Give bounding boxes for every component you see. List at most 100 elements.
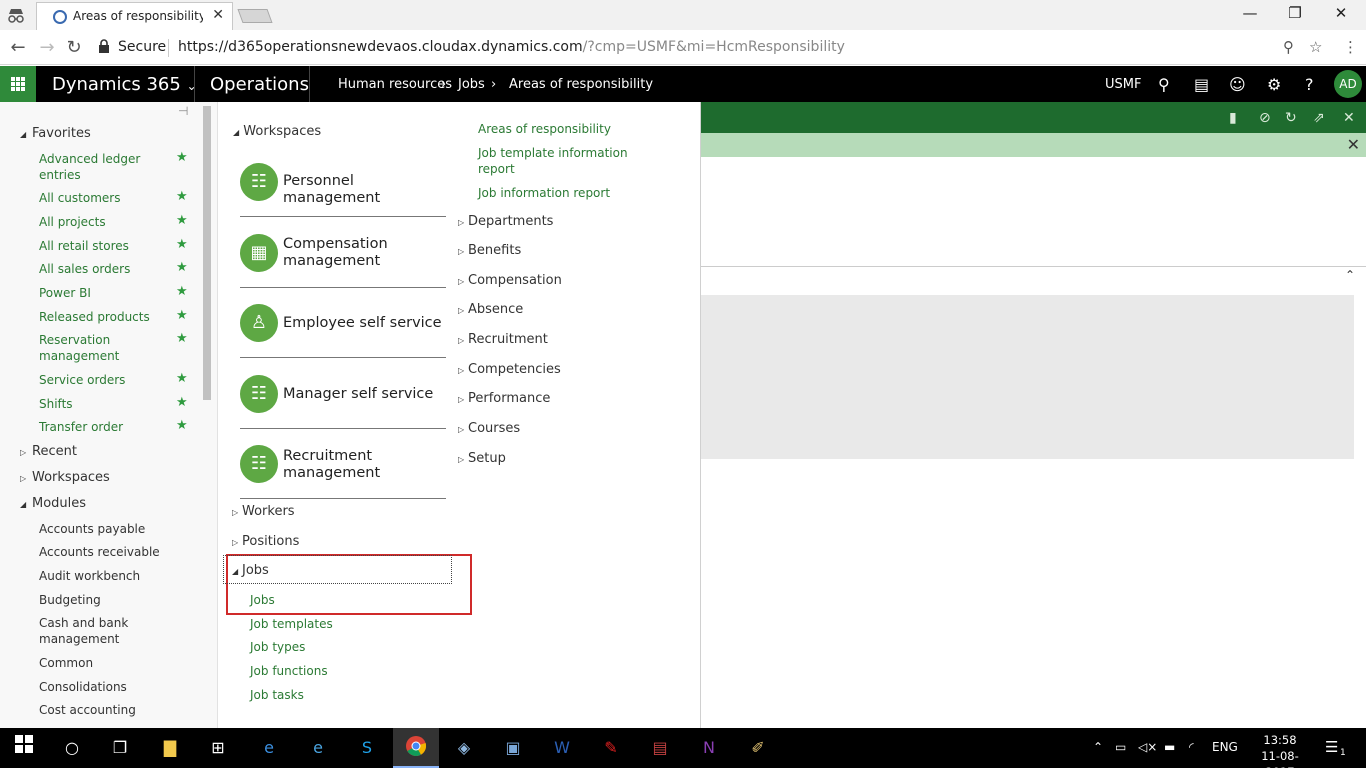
- group-compensation[interactable]: ▷ Compensation: [458, 273, 562, 288]
- favorite-star-icon[interactable]: ★: [176, 371, 188, 386]
- network-icon[interactable]: ▭: [1115, 740, 1126, 754]
- group-recruitment[interactable]: ▷ Recruitment: [458, 332, 548, 347]
- group-jobs[interactable]: ◢ Jobs: [232, 563, 269, 578]
- bookmark-star-icon[interactable]: ☆: [1309, 38, 1322, 56]
- workspace-tile[interactable]: ♙ Employee self service: [240, 288, 446, 358]
- task-view-icon[interactable]: ❐: [107, 735, 133, 761]
- open-new-window-icon[interactable]: ⇗: [1313, 110, 1325, 126]
- group-setup[interactable]: ▷ Setup: [458, 451, 506, 466]
- favorite-star-icon[interactable]: ★: [176, 418, 188, 433]
- attachment-icon[interactable]: ⊘: [1259, 110, 1271, 126]
- chrome-menu-icon[interactable]: ⋮: [1343, 38, 1358, 56]
- favorite-item[interactable]: Transfer order: [39, 419, 164, 435]
- favorite-star-icon[interactable]: ★: [176, 308, 188, 323]
- wifi-icon[interactable]: ◜: [1189, 740, 1194, 754]
- favorite-item[interactable]: Released products: [39, 309, 164, 325]
- job-tasks-link[interactable]: Job tasks: [250, 688, 304, 702]
- module-item[interactable]: Common: [39, 655, 189, 671]
- chevron-up-icon[interactable]: ⌃: [1093, 740, 1103, 754]
- favorite-item[interactable]: Service orders: [39, 372, 164, 388]
- module-item[interactable]: Cash and bank management: [39, 615, 139, 647]
- company-picker[interactable]: USMF: [1105, 77, 1141, 92]
- clock[interactable]: 13:58 11-08-2017: [1252, 732, 1308, 768]
- module-item[interactable]: Cost accounting: [39, 702, 189, 718]
- close-icon[interactable]: ✕: [1347, 135, 1360, 154]
- file-explorer-icon[interactable]: ▇: [157, 735, 183, 761]
- favorite-item[interactable]: All retail stores: [39, 238, 164, 254]
- tab-close-icon[interactable]: ✕: [212, 7, 224, 23]
- workspaces-section[interactable]: ▷ Workspaces: [20, 470, 110, 485]
- module-item[interactable]: Accounts payable: [39, 521, 189, 537]
- module-item[interactable]: Accounts receivable: [39, 544, 189, 560]
- favorite-star-icon[interactable]: ★: [176, 284, 188, 299]
- favorite-item[interactable]: Shifts: [39, 396, 164, 412]
- job-templates-link[interactable]: Job templates: [250, 617, 333, 631]
- favorite-item[interactable]: All sales orders: [39, 261, 164, 277]
- workspace-tile[interactable]: ☷ Manager self service: [240, 359, 446, 429]
- help-icon[interactable]: ?: [1305, 75, 1314, 94]
- module-item[interactable]: Audit workbench: [39, 568, 189, 584]
- favorite-item[interactable]: Advanced ledger entries: [39, 151, 164, 183]
- zoom-icon[interactable]: ⚲: [1283, 38, 1294, 56]
- onenote-icon[interactable]: N: [696, 735, 722, 761]
- recent-section[interactable]: ▷ Recent: [20, 444, 77, 459]
- remote-desktop-icon[interactable]: ▣: [500, 735, 526, 761]
- display-icon[interactable]: ▬: [1164, 740, 1175, 754]
- brand-title[interactable]: Dynamics 365 ⌄: [52, 74, 197, 95]
- archive-icon[interactable]: ▤: [647, 735, 673, 761]
- store-icon[interactable]: ⊞: [205, 735, 231, 761]
- settings-gear-icon[interactable]: ⚙: [1267, 75, 1281, 94]
- breadcrumb-item[interactable]: Human resources: [338, 77, 452, 92]
- workspace-tile[interactable]: ▦ Compensation management: [240, 218, 446, 288]
- favorite-star-icon[interactable]: ★: [176, 395, 188, 410]
- paint-icon[interactable]: ✐: [745, 735, 771, 761]
- feedback-smiley-icon[interactable]: ☺: [1229, 75, 1246, 94]
- favorite-item[interactable]: All customers: [39, 190, 164, 206]
- skype-icon[interactable]: S: [354, 735, 380, 761]
- group-benefits[interactable]: ▷ Benefits: [458, 243, 521, 258]
- favorite-item[interactable]: All projects: [39, 214, 164, 230]
- cortana-search-icon[interactable]: ○: [59, 735, 85, 761]
- scrollbar[interactable]: [203, 106, 211, 400]
- job-types-link[interactable]: Job types: [250, 640, 305, 654]
- url-field[interactable]: https://d365operationsnewdevaos.cloudax.…: [178, 39, 845, 55]
- group-performance[interactable]: ▷ Performance: [458, 391, 550, 406]
- group-competencies[interactable]: ▷ Competencies: [458, 362, 561, 377]
- favorite-star-icon[interactable]: ★: [176, 213, 188, 228]
- office-icon[interactable]: ▮: [1229, 110, 1237, 126]
- group-absence[interactable]: ▷ Absence: [458, 302, 523, 317]
- group-positions[interactable]: ▷ Positions: [232, 534, 299, 549]
- breadcrumb-item[interactable]: Areas of responsibility: [509, 77, 653, 92]
- browser-tab-active[interactable]: Areas of responsibility -- ✕: [36, 2, 233, 30]
- job-template-report-link[interactable]: Job template information report: [478, 145, 628, 177]
- restore-button[interactable]: ❐: [1285, 4, 1305, 22]
- app-launcher-icon[interactable]: [0, 66, 36, 102]
- module-name[interactable]: Operations: [210, 74, 309, 95]
- close-window-button[interactable]: ✕: [1331, 4, 1351, 22]
- volume-muted-icon[interactable]: ◁×: [1138, 740, 1157, 754]
- avatar[interactable]: AD: [1334, 70, 1362, 98]
- group-departments[interactable]: ▷ Departments: [458, 214, 553, 229]
- workspace-tile[interactable]: ☷ Personnel management: [240, 147, 446, 217]
- favorite-item[interactable]: Power BI: [39, 285, 164, 301]
- workspace-tile[interactable]: ☷ Recruitment management: [240, 429, 446, 499]
- word-icon[interactable]: W: [549, 735, 575, 761]
- favorite-star-icon[interactable]: ★: [176, 189, 188, 204]
- areas-of-responsibility-link[interactable]: Areas of responsibility: [478, 121, 638, 137]
- favorite-item[interactable]: Reservation management: [39, 332, 164, 364]
- refresh-icon[interactable]: ↻: [1285, 110, 1297, 126]
- close-icon[interactable]: ✕: [1343, 110, 1355, 126]
- chrome-icon[interactable]: [403, 735, 429, 761]
- reload-icon[interactable]: ↻: [63, 37, 85, 58]
- breadcrumb-item[interactable]: Jobs: [458, 77, 485, 92]
- group-courses[interactable]: ▷ Courses: [458, 421, 520, 436]
- modules-section[interactable]: ◢ Modules: [20, 496, 86, 511]
- language-indicator[interactable]: ENG: [1212, 740, 1238, 754]
- message-center-icon[interactable]: ▤: [1194, 75, 1209, 94]
- favorites-section[interactable]: ◢ Favorites: [20, 126, 91, 141]
- favorite-star-icon[interactable]: ★: [176, 331, 188, 346]
- search-icon[interactable]: ⚲: [1158, 75, 1170, 94]
- favorite-star-icon[interactable]: ★: [176, 260, 188, 275]
- module-item[interactable]: Consolidations: [39, 679, 189, 695]
- minimize-button[interactable]: —: [1240, 4, 1260, 22]
